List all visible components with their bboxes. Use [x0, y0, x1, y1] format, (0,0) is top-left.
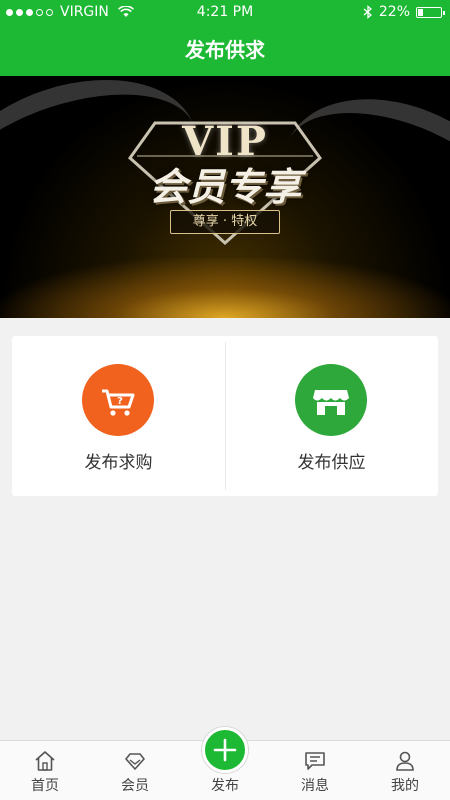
tab-messages-label: 消息 — [301, 778, 329, 794]
user-icon — [396, 751, 414, 771]
publish-purchase-label: 发布求购 — [84, 453, 153, 473]
page-title: 发布供求 — [185, 38, 265, 62]
storefront-icon — [313, 390, 349, 415]
tab-home-label: 首页 — [31, 778, 59, 794]
home-icon — [35, 751, 55, 771]
vip-subtitle: 会员专享 — [148, 165, 301, 209]
publish-supply-label: 发布供应 — [297, 453, 366, 473]
tab-mine-label: 我的 — [391, 778, 419, 794]
tab-publish[interactable]: 发布 — [180, 727, 270, 800]
tab-member[interactable]: 会员 — [90, 741, 180, 800]
publish-purchase-button[interactable]: ? 发布求购 — [12, 336, 225, 496]
status-bar: VIRGIN 4:21 PM 22% — [0, 0, 450, 24]
battery-percent: 22% — [378, 4, 410, 20]
battery-area: 22% — [363, 0, 445, 24]
vip-tag: 尊享 · 特权 — [170, 210, 280, 234]
tab-mine[interactable]: 我的 — [360, 741, 450, 800]
vip-banner[interactable]: VIP 会员专享 尊享 · 特权 — [0, 76, 450, 318]
top-bar: VIRGIN 4:21 PM 22% 发布供求 — [0, 0, 450, 76]
publish-supply-button[interactable]: 发布供应 — [225, 336, 438, 496]
gold-glitter — [0, 258, 450, 318]
battery-icon — [416, 6, 445, 18]
bluetooth-icon — [363, 5, 372, 19]
supply-icon-circle — [295, 364, 367, 436]
plus-icon — [213, 738, 237, 762]
tab-messages[interactable]: 消息 — [270, 741, 360, 800]
message-icon — [305, 752, 325, 770]
diamond-icon — [125, 753, 145, 770]
bottom-tab-bar: 首页 会员 发布 消息 我的 — [0, 727, 450, 800]
tab-home[interactable]: 首页 — [0, 741, 90, 800]
tab-member-label: 会员 — [121, 778, 149, 794]
tab-publish-label: 发布 — [211, 778, 239, 794]
publish-options-card: ? 发布求购 发布供应 — [12, 336, 438, 496]
svg-text:?: ? — [117, 396, 123, 407]
publish-fab[interactable] — [202, 727, 248, 773]
shopping-cart-icon: ? — [102, 389, 135, 416]
purchase-icon-circle: ? — [82, 364, 154, 436]
